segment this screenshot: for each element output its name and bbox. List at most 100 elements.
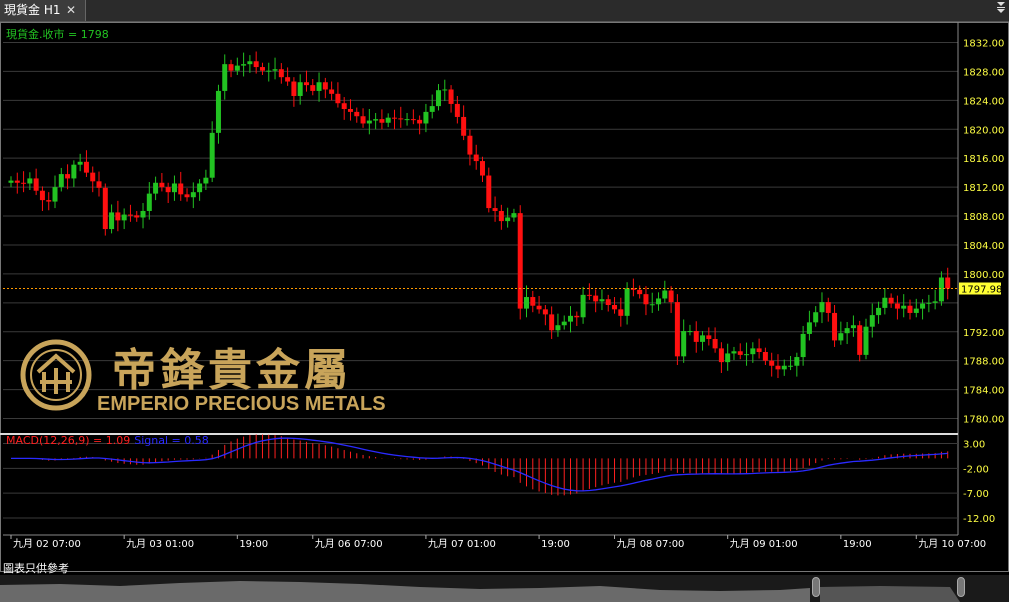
candle-body [8, 180, 14, 183]
candle-body [605, 299, 611, 305]
candle-body [656, 298, 662, 305]
logo-emblem [36, 353, 76, 394]
scroll-handle-left[interactable] [812, 577, 820, 597]
scrollbar[interactable] [0, 575, 1009, 602]
y-tick-label: 1788.00 [963, 357, 1004, 368]
candle-body [341, 103, 347, 109]
candle-body [926, 302, 932, 304]
candle-body [241, 64, 247, 66]
candle-body [882, 297, 888, 308]
x-tick-label: 九月 06 07:00 [315, 538, 383, 550]
candle-body [536, 305, 542, 310]
candle-body [146, 193, 152, 211]
candle-body [77, 161, 83, 165]
candle-body [788, 365, 794, 367]
candle-body [938, 277, 944, 302]
candle-body [127, 214, 133, 216]
candle-body [945, 277, 951, 289]
y-tick-label: 1792.00 [963, 328, 1004, 339]
x-tick-label: 九月 08 07:00 [617, 538, 685, 550]
candle-body [435, 90, 441, 107]
last-price-label: 1797.98 [961, 285, 1002, 296]
candle-body [27, 178, 33, 184]
candle-body [410, 119, 416, 121]
candle-body [574, 315, 580, 318]
candle-body [366, 120, 372, 124]
candle-body [360, 116, 366, 124]
candle-body [618, 309, 624, 316]
candle-body [731, 351, 737, 354]
candle-body [800, 333, 806, 358]
y-tick-label: 1804.00 [963, 241, 1004, 252]
candle-body [109, 212, 115, 230]
candle-body [171, 183, 177, 193]
candle-body [920, 303, 926, 309]
candle-body [310, 85, 316, 91]
emperio-logo: 帝鋒貴金屬EMPERIO PRECIOUS METALS [20, 339, 386, 415]
y-tick-label: 1824.00 [963, 96, 1004, 107]
candle-body [850, 325, 856, 329]
candle-body [857, 325, 863, 355]
candle-body [247, 61, 253, 65]
candle-body [806, 322, 812, 334]
candle-body [228, 64, 234, 71]
candle-body [385, 117, 391, 123]
candle-body [354, 111, 360, 117]
candle-body [643, 294, 649, 305]
candle-body [769, 360, 775, 366]
candle-body [775, 365, 781, 370]
candle-body [272, 69, 278, 71]
candle-body [454, 103, 460, 117]
candle-body [668, 290, 674, 303]
candle-body [39, 190, 45, 201]
candle-body [423, 111, 429, 124]
candle-body [863, 326, 869, 355]
candle-body [134, 215, 140, 218]
candle-body [153, 182, 159, 194]
candle-body [907, 305, 913, 313]
candle-body [379, 119, 385, 123]
candle-body [291, 81, 297, 96]
candle-body [90, 172, 96, 182]
logo-chinese-name: 帝鋒貴金屬 [112, 345, 352, 396]
candle-body [178, 183, 184, 195]
candle-body [649, 304, 655, 306]
candle-body [530, 297, 536, 306]
candle-body [876, 307, 882, 316]
candle-body [725, 353, 731, 363]
candle-body [391, 117, 397, 119]
candle-body [96, 181, 102, 188]
candle-body [687, 331, 693, 333]
candle-body [555, 325, 561, 331]
candle-body [347, 109, 353, 112]
macd-legend: MACD(12,26,9) = 1.09 Signal = 0.58 [6, 434, 209, 447]
candle-body [498, 210, 504, 222]
candle-body [14, 180, 20, 183]
candle-body [184, 194, 190, 198]
candle-body [568, 315, 574, 322]
candle-body [681, 331, 687, 357]
candle-body [706, 335, 712, 339]
price-chart[interactable]: 帝鋒貴金屬EMPERIO PRECIOUS METALS 1832.00 1828… [0, 0, 1009, 575]
candle-body [209, 132, 215, 178]
candle-body [442, 89, 448, 91]
candle-body [580, 294, 586, 318]
candle-body [373, 119, 379, 121]
macd-tick-label: 3.00 [963, 439, 985, 450]
candle-body [756, 348, 762, 352]
candle-body [215, 90, 221, 133]
candle-body [744, 354, 750, 356]
candle-body [46, 200, 52, 202]
candle-body [429, 106, 435, 112]
candle-body [505, 217, 511, 222]
candle-body [480, 161, 485, 176]
candle-body [838, 333, 844, 341]
scroll-handle-right[interactable] [957, 577, 965, 597]
candle-body [222, 64, 228, 91]
macd-tick-label: -12.00 [963, 514, 995, 525]
candle-body [278, 69, 284, 78]
candle-body [329, 89, 335, 94]
candle-body [398, 118, 404, 120]
x-tick-label: 九月 07 01:00 [428, 538, 496, 550]
candle-body [165, 187, 171, 193]
